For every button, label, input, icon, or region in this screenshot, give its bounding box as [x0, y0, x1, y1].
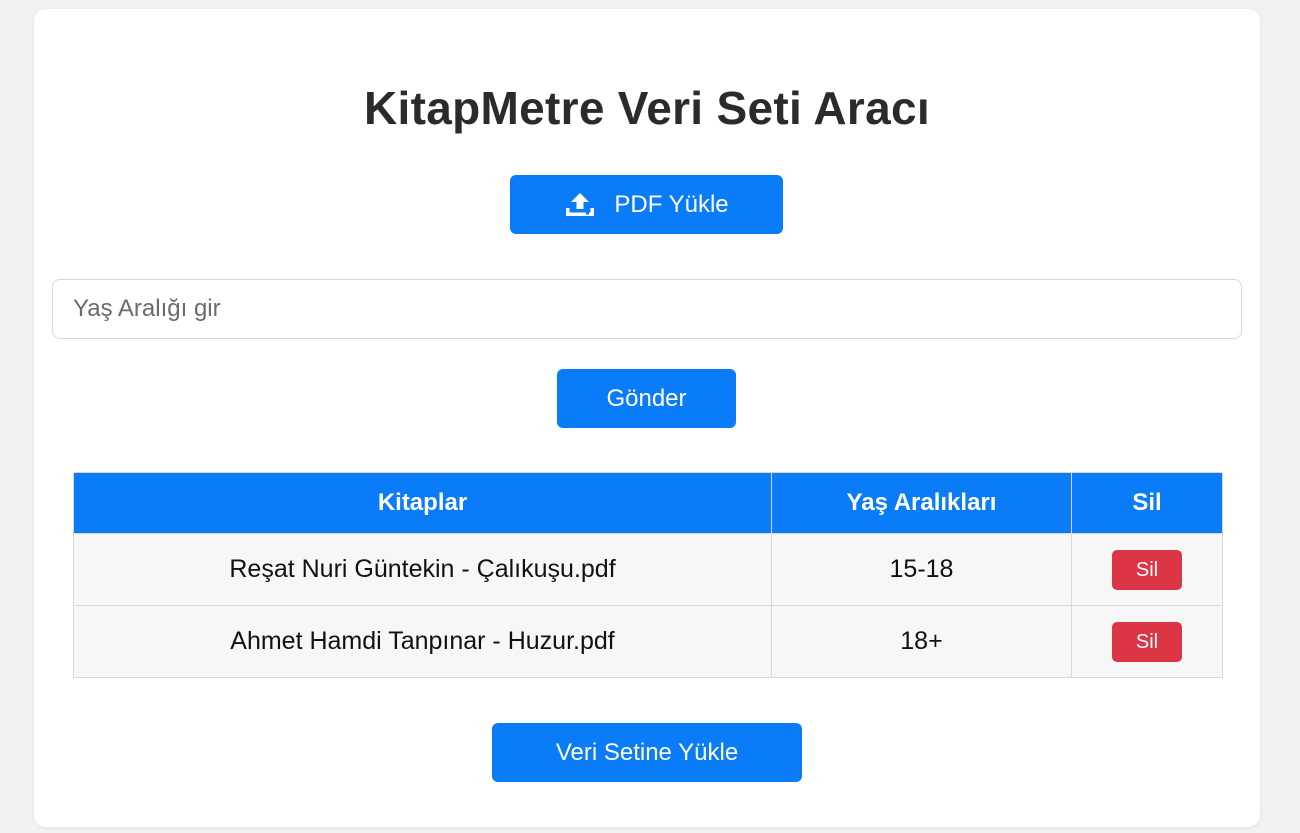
pdf-upload-button[interactable]: PDF Yükle: [510, 175, 783, 234]
send-button[interactable]: Gönder: [557, 369, 736, 428]
table-row: Ahmet Hamdi Tanpınar - Huzur.pdf 18+ Sil: [73, 605, 1223, 678]
age-range-cell: 18+: [771, 605, 1072, 678]
age-range-input[interactable]: [52, 279, 1242, 339]
table-header-row: Kitaplar Yaş Aralıkları Sil: [73, 472, 1223, 534]
book-name-cell: Reşat Nuri Güntekin - Çalıkuşu.pdf: [73, 533, 772, 606]
pdf-upload-label: PDF Yükle: [614, 190, 729, 218]
book-name-cell: Ahmet Hamdi Tanpınar - Huzur.pdf: [73, 605, 772, 678]
delete-button[interactable]: Sil: [1112, 549, 1182, 590]
main-card: KitapMetre Veri Seti Aracı PDF Yükle Gön…: [34, 9, 1260, 827]
delete-button[interactable]: Sil: [1112, 621, 1182, 662]
books-table-container: Kitaplar Yaş Aralıkları Sil Reşat Nuri G…: [73, 472, 1223, 678]
delete-cell: Sil: [1071, 605, 1223, 678]
books-table: Kitaplar Yaş Aralıkları Sil Reşat Nuri G…: [73, 472, 1223, 678]
delete-cell: Sil: [1071, 533, 1223, 606]
age-range-cell: 15-18: [771, 533, 1072, 606]
column-header-books: Kitaplar: [73, 472, 772, 534]
upload-to-dataset-button[interactable]: Veri Setine Yükle: [492, 723, 802, 782]
column-header-delete: Sil: [1071, 472, 1223, 534]
page-title: KitapMetre Veri Seti Aracı: [364, 82, 930, 134]
column-header-age-ranges: Yaş Aralıkları: [771, 472, 1072, 534]
table-row: Reşat Nuri Güntekin - Çalıkuşu.pdf 15-18…: [73, 533, 1223, 606]
upload-icon: [566, 192, 595, 216]
